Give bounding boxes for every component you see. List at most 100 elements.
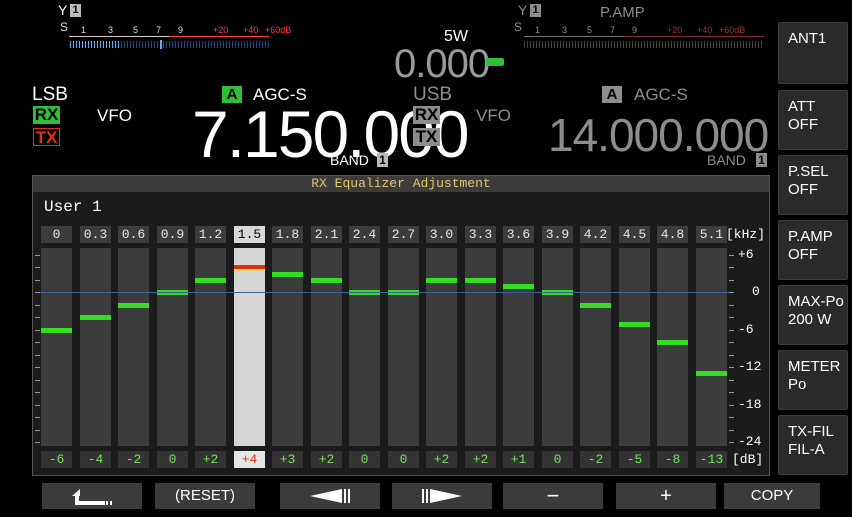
band-slider[interactable] bbox=[349, 248, 380, 446]
band-frequency-label[interactable]: 4.2 bbox=[580, 226, 611, 243]
freq-unit-label: [kHz] bbox=[726, 227, 766, 242]
band-slider[interactable] bbox=[580, 248, 611, 446]
meter-button[interactable]: METER Po bbox=[778, 350, 848, 410]
previous-band-button[interactable] bbox=[280, 483, 380, 509]
band-slider[interactable] bbox=[696, 248, 727, 446]
main-band-number: 1 bbox=[377, 153, 388, 167]
scale-tick bbox=[729, 267, 734, 268]
scale-tick-label: 5 bbox=[587, 25, 593, 35]
next-band-button[interactable] bbox=[392, 483, 492, 509]
band-slider[interactable] bbox=[41, 248, 72, 446]
band-frequency-label[interactable]: 0.9 bbox=[157, 226, 188, 243]
scale-tick bbox=[35, 255, 40, 256]
scale-tick bbox=[729, 330, 734, 331]
scale-tick-label: 3 bbox=[108, 25, 114, 35]
band-level-marker bbox=[41, 328, 72, 333]
scale-tick-label: +40 bbox=[243, 25, 259, 35]
band-slider[interactable] bbox=[619, 248, 650, 446]
sub-rx-badge: RX bbox=[413, 105, 440, 124]
band-slider[interactable] bbox=[272, 248, 303, 446]
scale-tick bbox=[729, 442, 734, 443]
band-frequency-label[interactable]: 3.6 bbox=[503, 226, 534, 243]
tx-fil-value: FIL-A bbox=[788, 441, 825, 458]
copy-button[interactable]: COPY bbox=[724, 483, 820, 509]
scale-tick bbox=[729, 405, 734, 406]
band-level-marker bbox=[619, 322, 650, 327]
band-level-marker bbox=[195, 278, 226, 283]
band-frequency-label[interactable]: 1.8 bbox=[272, 226, 303, 243]
band-level-marker bbox=[272, 272, 303, 277]
scale-tick bbox=[35, 442, 40, 443]
band-slider[interactable] bbox=[503, 248, 534, 446]
max-po-button[interactable]: MAX-Po 200 W bbox=[778, 285, 848, 345]
band-frequency-label[interactable]: 3.9 bbox=[542, 226, 573, 243]
band-frequency-label[interactable]: 2.4 bbox=[349, 226, 380, 243]
scale-tick bbox=[35, 430, 40, 431]
ant1-button[interactable]: ANT1 bbox=[778, 22, 848, 84]
band-frequency-label[interactable]: 1.5 bbox=[234, 226, 265, 243]
main-tx-badge: TX bbox=[33, 128, 60, 146]
return-arrow-icon bbox=[72, 489, 112, 505]
sub-antenna-number: 1 bbox=[530, 4, 541, 17]
arrow-left-icon bbox=[310, 489, 350, 503]
band-frequency-label[interactable]: 0 bbox=[41, 226, 72, 243]
sub-tx-badge: TX bbox=[413, 128, 440, 146]
pamp-value: OFF bbox=[788, 246, 818, 263]
scale-tick-label: 9 bbox=[178, 25, 184, 35]
band-gain-value: -13 bbox=[696, 451, 727, 468]
band-frequency-label[interactable]: 0.6 bbox=[118, 226, 149, 243]
band-level-marker bbox=[234, 265, 265, 271]
band-slider[interactable] bbox=[657, 248, 688, 446]
scale-tick bbox=[729, 280, 734, 281]
preset-label: User 1 bbox=[44, 198, 102, 216]
band-frequency-label[interactable]: 4.8 bbox=[657, 226, 688, 243]
arrow-right-icon bbox=[422, 489, 462, 503]
scale-tick-label: 1 bbox=[81, 25, 87, 35]
band-slider[interactable] bbox=[542, 248, 573, 446]
decrease-button[interactable]: − bbox=[503, 483, 603, 509]
band-gain-value: +3 bbox=[272, 451, 303, 468]
meter-value: Po bbox=[788, 376, 807, 393]
band-frequency-label[interactable]: 2.1 bbox=[311, 226, 342, 243]
db-scale-label: -12 bbox=[738, 359, 762, 374]
scale-tick bbox=[729, 367, 734, 368]
band-frequency-label[interactable]: 5.1 bbox=[696, 226, 727, 243]
main-mode[interactable]: LSB bbox=[32, 84, 68, 106]
band-frequency-label[interactable]: 2.7 bbox=[388, 226, 419, 243]
scale-tick-label: 5 bbox=[133, 25, 139, 35]
scale-tick bbox=[729, 255, 734, 256]
band-frequency-label[interactable]: 0.3 bbox=[80, 226, 111, 243]
scale-tick bbox=[35, 342, 40, 343]
band-frequency-label[interactable]: 3.3 bbox=[465, 226, 496, 243]
max-po-value: 200 W bbox=[788, 311, 832, 328]
band-slider[interactable] bbox=[234, 248, 265, 446]
tx-fil-button[interactable]: TX-FIL FIL-A bbox=[778, 415, 848, 475]
scale-tick-label: 9 bbox=[632, 25, 638, 35]
pamp-button[interactable]: P.AMP OFF bbox=[778, 220, 848, 280]
band-frequency-label[interactable]: 3.0 bbox=[426, 226, 457, 243]
sub-pamp-label: P.AMP bbox=[600, 4, 645, 21]
back-button[interactable] bbox=[42, 483, 142, 509]
sub-band-number: 1 bbox=[756, 153, 767, 167]
band-level-marker bbox=[80, 315, 111, 320]
band-slider[interactable] bbox=[118, 248, 149, 446]
band-level-marker bbox=[118, 303, 149, 308]
band-slider[interactable] bbox=[80, 248, 111, 446]
sub-vfo-a-badge: A bbox=[602, 86, 622, 103]
band-slider[interactable] bbox=[388, 248, 419, 446]
sub-agc: AGC-S bbox=[634, 85, 688, 104]
reset-button[interactable]: (RESET) bbox=[155, 483, 255, 509]
band-level-marker bbox=[580, 303, 611, 308]
main-band-label: BAND bbox=[330, 152, 369, 168]
att-button[interactable]: ATT OFF bbox=[778, 90, 848, 150]
sub-mode[interactable]: USB bbox=[413, 84, 452, 106]
band-gain-value: -6 bbox=[41, 451, 72, 468]
band-slider[interactable] bbox=[157, 248, 188, 446]
band-frequency-label[interactable]: 1.2 bbox=[195, 226, 226, 243]
increase-button[interactable]: + bbox=[616, 483, 716, 509]
sub-s-meter-line-red bbox=[624, 36, 764, 37]
db-scale-label: -24 bbox=[738, 434, 762, 449]
band-frequency-label[interactable]: 4.5 bbox=[619, 226, 650, 243]
psel-button[interactable]: P.SEL OFF bbox=[778, 155, 848, 215]
scale-tick bbox=[729, 342, 734, 343]
